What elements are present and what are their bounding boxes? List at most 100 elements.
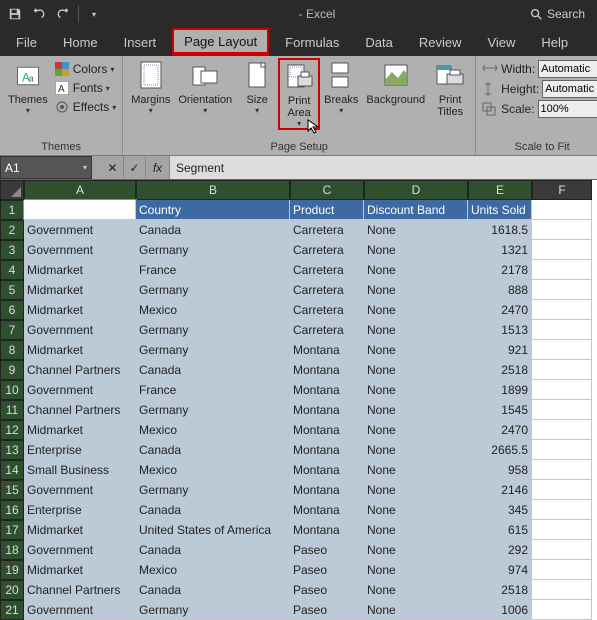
cell[interactable]: Germany — [136, 280, 290, 300]
cell[interactable]: Enterprise — [24, 440, 136, 460]
row-header[interactable]: 16 — [0, 500, 24, 520]
cell[interactable] — [532, 320, 592, 340]
customize-qat-icon[interactable]: ▾ — [83, 3, 105, 25]
cell[interactable]: Carretera — [290, 240, 364, 260]
print-area-button[interactable]: Print Area▾ — [278, 58, 320, 130]
cell[interactable]: Montana — [290, 360, 364, 380]
cell[interactable]: None — [364, 580, 468, 600]
cell[interactable]: Paseo — [290, 560, 364, 580]
cell[interactable]: Midmarket — [24, 560, 136, 580]
row-header[interactable]: 21 — [0, 600, 24, 620]
cell[interactable] — [532, 260, 592, 280]
column-header[interactable]: F — [532, 180, 592, 200]
cell[interactable]: Montana — [290, 460, 364, 480]
cell[interactable]: None — [364, 400, 468, 420]
row-header[interactable]: 1 — [0, 200, 24, 220]
cell[interactable] — [532, 440, 592, 460]
cell[interactable]: Government — [24, 320, 136, 340]
redo-icon[interactable] — [52, 3, 74, 25]
cell[interactable] — [532, 200, 592, 220]
row-header[interactable]: 14 — [0, 460, 24, 480]
cell[interactable]: Germany — [136, 600, 290, 620]
header-cell[interactable]: Country — [136, 200, 290, 220]
cell[interactable]: None — [364, 340, 468, 360]
cell[interactable]: Mexico — [136, 560, 290, 580]
undo-icon[interactable] — [28, 3, 50, 25]
scale-input[interactable] — [538, 100, 597, 118]
cell[interactable]: None — [364, 380, 468, 400]
cell[interactable]: 2518 — [468, 580, 532, 600]
effects-button[interactable]: Effects▾ — [52, 98, 118, 116]
cell[interactable]: Montana — [290, 400, 364, 420]
tab-review[interactable]: Review — [409, 28, 472, 56]
cell[interactable]: Government — [24, 480, 136, 500]
cell[interactable]: France — [136, 260, 290, 280]
cell[interactable]: None — [364, 320, 468, 340]
cell[interactable]: 2665.5 — [468, 440, 532, 460]
cell[interactable]: Germany — [136, 400, 290, 420]
margins-button[interactable]: Margins▾ — [127, 58, 174, 116]
column-header[interactable]: B — [136, 180, 290, 200]
formula-input[interactable]: Segment — [170, 156, 597, 179]
tab-data[interactable]: Data — [355, 28, 402, 56]
cell[interactable]: Canada — [136, 360, 290, 380]
cell[interactable]: Montana — [290, 480, 364, 500]
tab-file[interactable]: File — [6, 28, 47, 56]
cell[interactable]: Channel Partners — [24, 400, 136, 420]
header-cell[interactable]: Units Sold — [468, 200, 532, 220]
cell[interactable]: Midmarket — [24, 420, 136, 440]
tab-insert[interactable]: Insert — [114, 28, 167, 56]
cell[interactable]: Mexico — [136, 420, 290, 440]
cell[interactable] — [532, 220, 592, 240]
cell[interactable]: Government — [24, 240, 136, 260]
cell[interactable] — [532, 340, 592, 360]
cell[interactable]: None — [364, 600, 468, 620]
cell[interactable]: Government — [24, 220, 136, 240]
row-header[interactable]: 12 — [0, 420, 24, 440]
cell[interactable]: None — [364, 300, 468, 320]
spreadsheet-grid[interactable]: ABCDEF1SegmentCountryProductDiscount Ban… — [0, 180, 597, 620]
cell[interactable] — [532, 420, 592, 440]
cell[interactable]: 1513 — [468, 320, 532, 340]
cell[interactable]: 1899 — [468, 380, 532, 400]
cell[interactable] — [532, 280, 592, 300]
row-header[interactable]: 7 — [0, 320, 24, 340]
cell[interactable]: None — [364, 260, 468, 280]
cell[interactable]: Germany — [136, 240, 290, 260]
cell[interactable]: Canada — [136, 220, 290, 240]
cell[interactable]: Mexico — [136, 300, 290, 320]
cell[interactable] — [532, 380, 592, 400]
cell[interactable]: None — [364, 220, 468, 240]
cell[interactable]: Government — [24, 380, 136, 400]
cell[interactable] — [532, 460, 592, 480]
cell[interactable]: Canada — [136, 440, 290, 460]
cell[interactable]: 1545 — [468, 400, 532, 420]
cell[interactable]: Carretera — [290, 300, 364, 320]
cell[interactable]: None — [364, 240, 468, 260]
cell[interactable]: Midmarket — [24, 520, 136, 540]
cell[interactable] — [532, 480, 592, 500]
cell[interactable]: 2178 — [468, 260, 532, 280]
cell[interactable]: None — [364, 560, 468, 580]
row-header[interactable]: 18 — [0, 540, 24, 560]
header-cell[interactable]: Product — [290, 200, 364, 220]
cell[interactable]: Carretera — [290, 220, 364, 240]
cell[interactable]: None — [364, 440, 468, 460]
cell[interactable]: Paseo — [290, 580, 364, 600]
tab-page-layout[interactable]: Page Layout — [172, 28, 269, 56]
row-header[interactable]: 17 — [0, 520, 24, 540]
cell[interactable]: 2518 — [468, 360, 532, 380]
cell[interactable] — [532, 300, 592, 320]
fonts-button[interactable]: A Fonts▾ — [52, 79, 118, 97]
select-all-corner[interactable] — [0, 180, 24, 200]
column-header[interactable]: D — [364, 180, 468, 200]
cell[interactable]: Midmarket — [24, 260, 136, 280]
save-icon[interactable] — [4, 3, 26, 25]
themes-button[interactable]: Aa Themes ▾ — [4, 58, 52, 116]
name-box[interactable]: A1▾ — [0, 156, 92, 179]
cell[interactable]: Channel Partners — [24, 360, 136, 380]
row-header[interactable]: 19 — [0, 560, 24, 580]
column-header[interactable]: E — [468, 180, 532, 200]
cell[interactable]: Small Business — [24, 460, 136, 480]
cell[interactable]: 292 — [468, 540, 532, 560]
